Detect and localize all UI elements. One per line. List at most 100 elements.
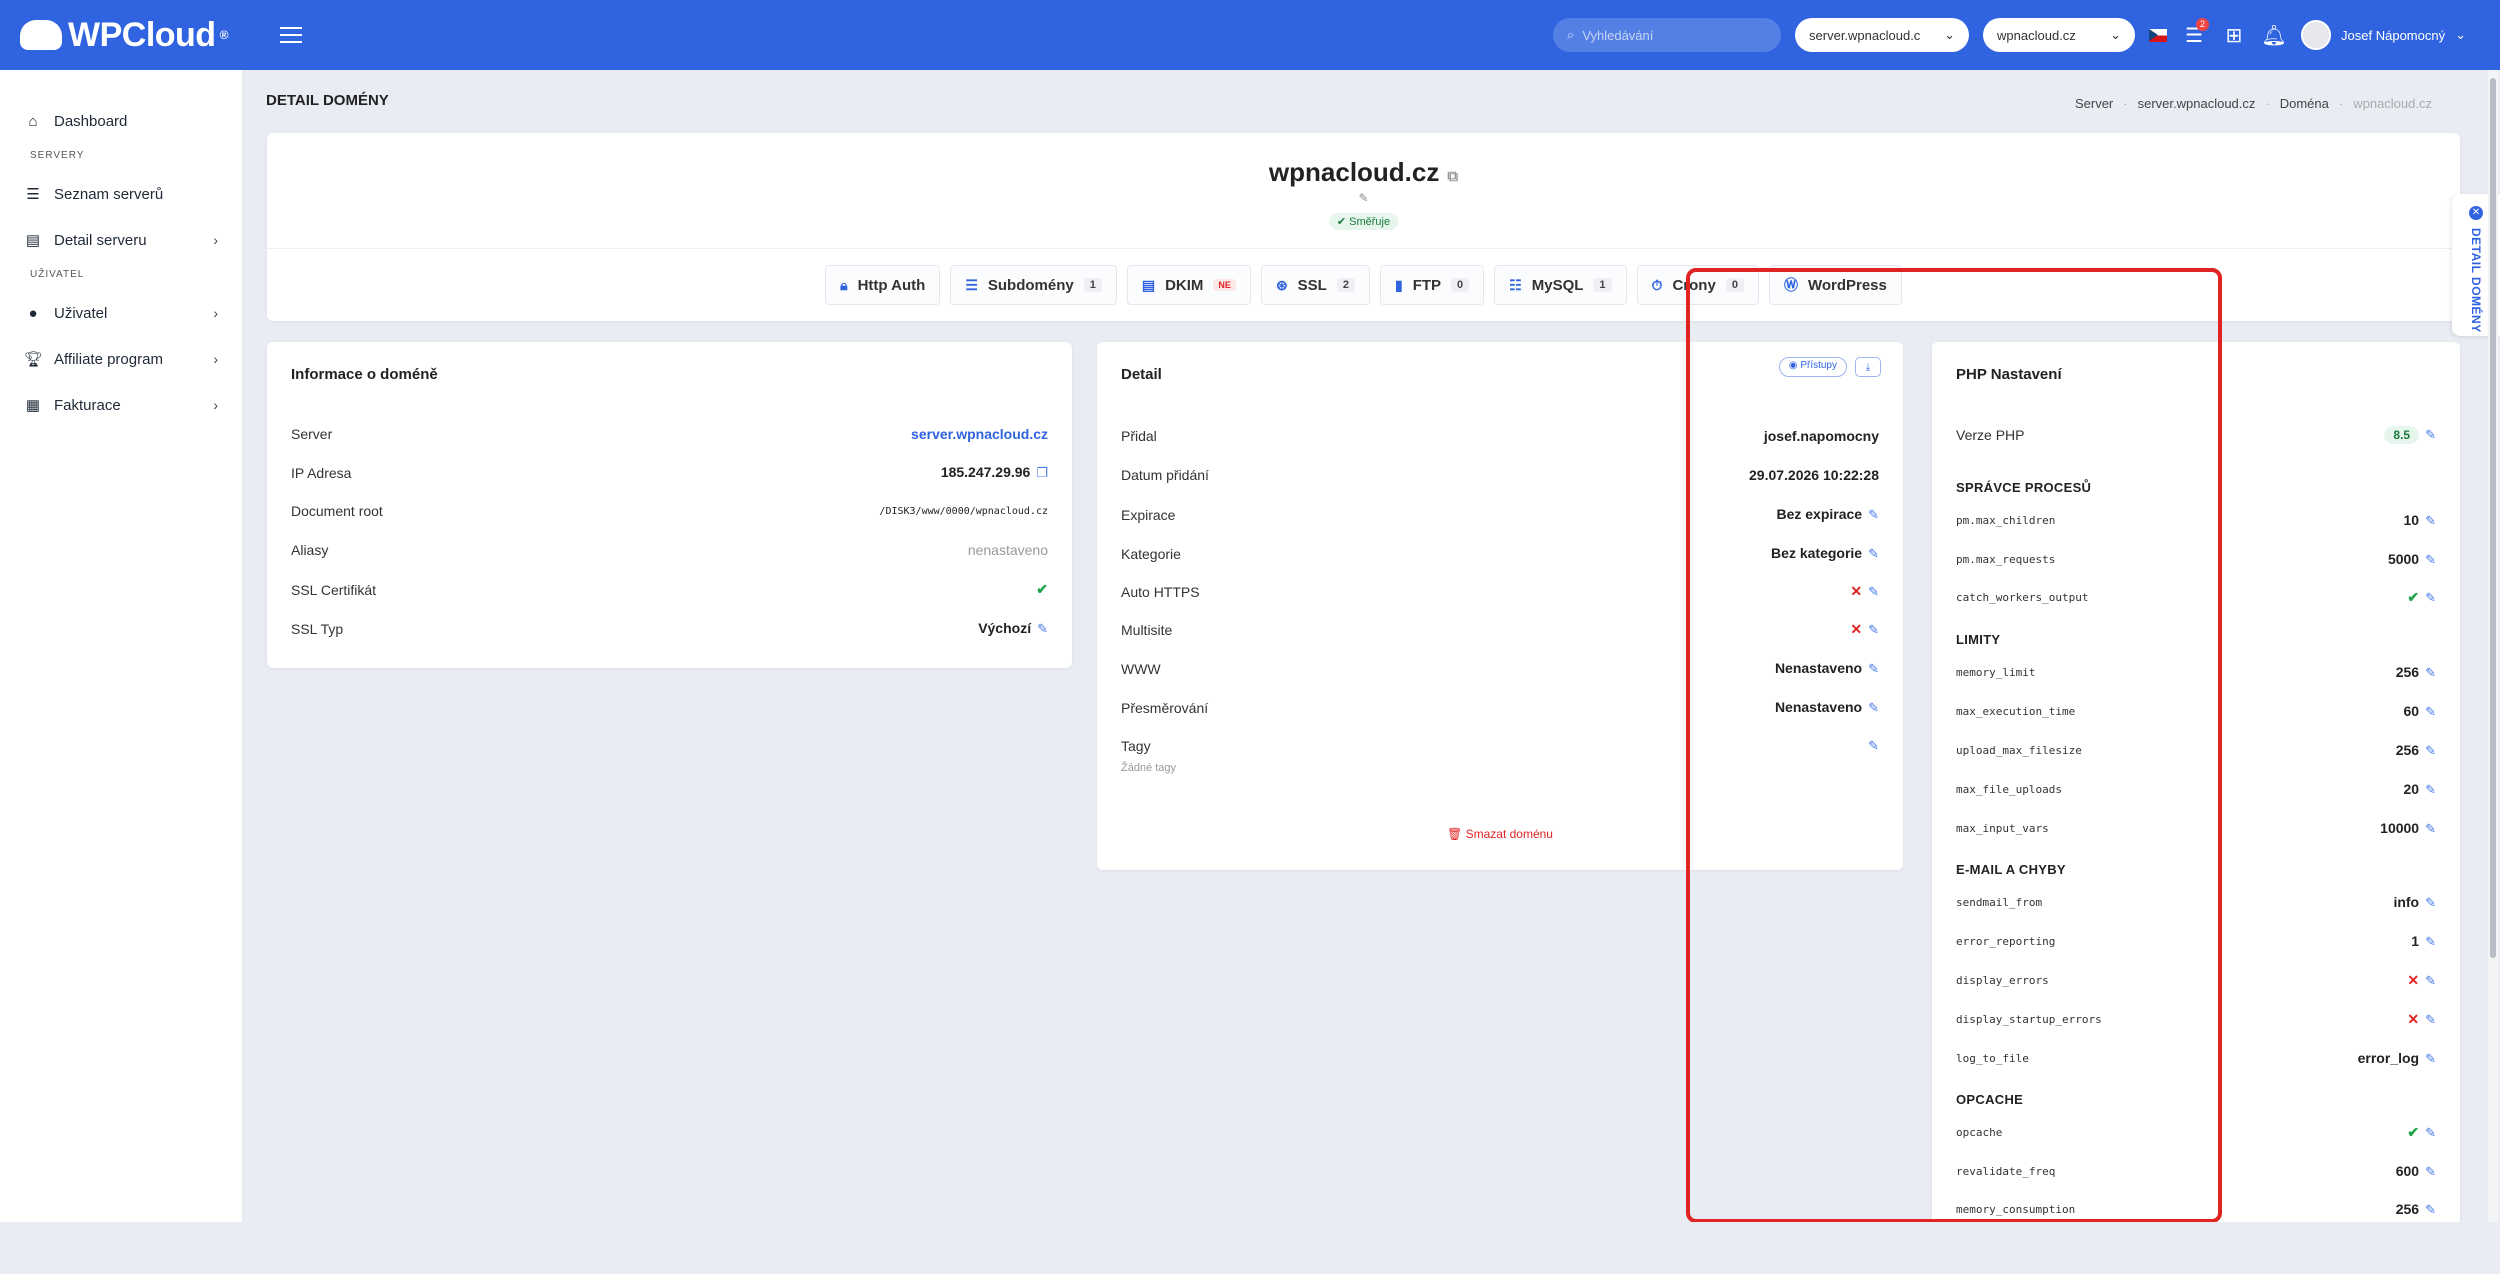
server-link[interactable]: server.wpnacloud.cz xyxy=(911,426,1048,442)
edit-icon[interactable]: ✎ xyxy=(2425,427,2436,442)
edit-icon[interactable]: ✎ xyxy=(2425,590,2436,605)
edit-icon[interactable]: ✎ xyxy=(1868,738,1879,754)
sidebar-item-invoicing[interactable]: ▦ Fakturace › xyxy=(0,382,242,428)
divider xyxy=(267,248,2460,249)
download-button[interactable]: ⤓ xyxy=(1855,357,1881,377)
detail-key: Datum přidání xyxy=(1121,467,1209,483)
php-settings-card: PHP Nastavení Verze PHP 8.5 ✎ SPRÁVCE PROC… xyxy=(1932,342,2460,1274)
php-key: sendmail_from xyxy=(1956,896,2043,909)
user-menu[interactable]: Josef Nápomocný ⌄ xyxy=(2301,20,2466,50)
edit-icon[interactable]: ✎ xyxy=(1868,661,1879,676)
breadcrumb-separator: · xyxy=(2123,96,2128,111)
edit-icon[interactable]: ✎ xyxy=(1868,584,1879,599)
notification-count: 2 xyxy=(2196,18,2210,31)
info-key: SSL Typ xyxy=(291,620,344,637)
info-row-ssl-cert: SSL Certifikát ✔ xyxy=(291,581,1048,598)
edit-icon[interactable]: ✎ xyxy=(2425,934,2436,949)
info-row-ip: IP Adresa 185.247.29.96 ❐ xyxy=(291,464,1048,481)
edit-icon[interactable]: ✎ xyxy=(2425,973,2436,988)
php-key: upload_max_filesize xyxy=(1956,744,2082,757)
section-title: E-MAIL A CHYBY xyxy=(1956,862,2066,877)
edit-icon[interactable]: ✎ xyxy=(2425,1012,2436,1027)
edit-icon[interactable]: ✎ xyxy=(1868,622,1879,637)
edit-icon[interactable]: ✎ xyxy=(2425,1051,2436,1066)
tab-label: DKIM xyxy=(1165,276,1204,294)
tab-label: WordPress xyxy=(1807,276,1887,294)
edit-icon[interactable]: ✎ xyxy=(2425,1125,2436,1140)
edit-icon[interactable]: ✎ xyxy=(2425,895,2436,910)
detail-row-multisite: Multisite ✕ ✎ xyxy=(1121,621,1879,638)
hamburger-menu-icon[interactable] xyxy=(279,27,302,43)
breadcrumb-item[interactable]: Doména xyxy=(2280,96,2329,111)
php-value: 10000 xyxy=(2380,820,2420,836)
access-button-label: Přístupy xyxy=(1800,360,1837,371)
tab-count: 0 xyxy=(1451,278,1470,292)
invoice-icon: ▦ xyxy=(25,397,41,414)
sidebar-item-user[interactable]: ● Uživatel › xyxy=(0,290,242,336)
tab-wordpress[interactable]: Ⓦ WordPress xyxy=(1768,265,1902,305)
edit-icon[interactable]: ✎ xyxy=(1868,700,1879,715)
tab-dkim[interactable]: ▤ DKIM NE xyxy=(1126,265,1251,305)
sidebar-item-dashboard[interactable]: ⌂ Dashboard xyxy=(0,98,242,144)
messages-icon[interactable]: ☰ 2 xyxy=(2181,18,2210,48)
edit-icon[interactable]: ✎ xyxy=(2425,1164,2436,1179)
document-icon: ▤ xyxy=(1141,276,1156,293)
breadcrumb-item[interactable]: Server xyxy=(2075,96,2113,111)
chevron-right-icon: › xyxy=(213,397,218,413)
tab-mysql[interactable]: ☷ MySQL 1 xyxy=(1494,265,1627,305)
edit-icon[interactable]: ✎ xyxy=(1868,546,1879,561)
apps-grid-icon[interactable]: ⊞ xyxy=(2221,22,2247,48)
edit-icon[interactable]: ✎ xyxy=(2425,782,2436,797)
stopwatch-icon: ⏱︎ xyxy=(1651,276,1663,293)
delete-domain-button[interactable]: 🗑︎ Smazat doménu xyxy=(1097,827,1903,841)
chevron-down-icon: ⌄ xyxy=(2110,27,2122,42)
edit-icon[interactable]: ✎ xyxy=(2425,513,2436,528)
search-input[interactable]: ⌕ Vyhledávání xyxy=(1553,18,1782,52)
copy-icon[interactable]: ❐ xyxy=(1036,465,1048,480)
tab-count: 1 xyxy=(1083,278,1102,292)
access-button[interactable]: ◉ Přístupy xyxy=(1778,357,1847,377)
sidebar-item-label: Affiliate program xyxy=(54,350,163,368)
bell-icon[interactable]: 🔔︎ xyxy=(2261,22,2287,48)
close-icon[interactable]: ✕ xyxy=(2469,206,2483,220)
tab-subdomains[interactable]: ☰ Subdomény 1 xyxy=(950,265,1117,305)
breadcrumb-item[interactable]: server.wpnacloud.cz xyxy=(2138,96,2256,111)
php-key: Verze PHP xyxy=(1956,426,2025,443)
sidebar-item-label: Detail serveru xyxy=(54,231,147,249)
edit-icon[interactable]: ✎ xyxy=(1037,621,1048,636)
side-tab-label: DETAIL DOMÉNY xyxy=(2469,228,2483,333)
czech-flag-icon[interactable] xyxy=(2149,28,2168,42)
sidebar-section-user: UŽIVATEL xyxy=(30,269,85,280)
sidebar-item-affiliate[interactable]: 🏆︎ Affiliate program › xyxy=(0,336,242,382)
detail-row-auto-https: Auto HTTPS ✕ ✎ xyxy=(1121,583,1879,600)
edit-icon[interactable]: ✎ xyxy=(2425,704,2436,719)
tab-crony[interactable]: ⏱︎ Crony 0 xyxy=(1636,265,1759,305)
check-icon: ✔ xyxy=(1036,581,1048,597)
external-link-icon[interactable]: ⧉ xyxy=(1447,168,1458,185)
sidebar-item-server-detail[interactable]: ▤ Detail serveru › xyxy=(0,217,242,263)
edit-icon[interactable]: ✎ xyxy=(2425,552,2436,567)
download-icon: ⤓ xyxy=(1865,361,1871,373)
edit-icon[interactable]: ✎ xyxy=(2425,665,2436,680)
info-row-docroot: Document root/DISK3/www/0000/wpnacloud.c… xyxy=(291,503,1048,519)
scrollbar[interactable] xyxy=(2488,70,2498,1222)
cloud-logo-icon xyxy=(20,20,62,50)
tab-ftp[interactable]: ▮ FTP 0 xyxy=(1379,265,1485,305)
domain-info-card: Informace o doméně Server server.wpnaclou… xyxy=(267,342,1072,668)
breadcrumb: Server · server.wpnacloud.cz · Doména · wpn… xyxy=(2075,96,2432,111)
eye-icon: ◉ xyxy=(1788,360,1798,371)
cross-icon: ✕ xyxy=(1850,583,1863,599)
edit-icon[interactable]: ✎ xyxy=(2425,821,2436,836)
domain-select[interactable]: wpnacloud.cz ⌄ xyxy=(1983,18,2136,52)
tab-ssl[interactable]: ⊛ SSL 2 xyxy=(1260,265,1370,305)
tab-http-auth[interactable]: 🔒︎ Http Auth xyxy=(825,265,941,305)
edit-icon[interactable]: ✎ xyxy=(267,191,2460,205)
edit-icon[interactable]: ✎ xyxy=(1868,507,1879,522)
edit-icon[interactable]: ✎ xyxy=(2425,1202,2436,1217)
php-value: 256 xyxy=(2395,664,2420,680)
edit-icon[interactable]: ✎ xyxy=(2425,743,2436,758)
scrollbar-thumb[interactable] xyxy=(2490,78,2496,958)
logo[interactable]: WPCloud ® xyxy=(20,16,228,55)
sidebar-item-server-list[interactable]: ☰ Seznam serverů xyxy=(0,171,242,217)
server-select[interactable]: server.wpnacloud.c ⌄ xyxy=(1795,18,1970,52)
